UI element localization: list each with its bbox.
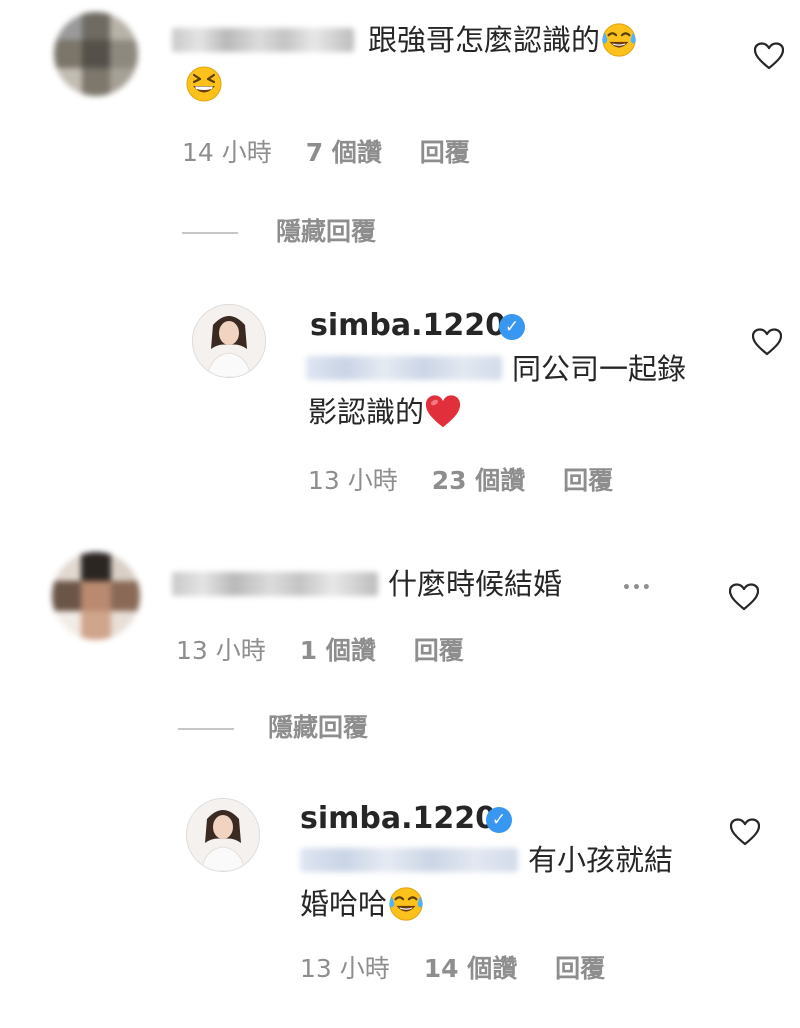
comment-text: 什麼時候結婚: [388, 567, 563, 601]
reply-text-line2: 婚哈哈: [300, 884, 425, 925]
heart-outline-icon[interactable]: [729, 583, 759, 611]
hide-replies-button[interactable]: 隱藏回覆: [268, 711, 368, 745]
comment-text: 跟強哥怎麼認識的: [368, 20, 638, 61]
comment-text-content: 跟強哥怎麼認識的: [368, 23, 601, 57]
comment-meta: 13 小時 1 個讚 回覆: [176, 634, 464, 668]
reply-time: 13 小時: [300, 954, 390, 983]
heart-outline-icon[interactable]: [752, 328, 782, 356]
reply-text-line2: 影認識的: [308, 392, 462, 433]
redacted-username: [172, 572, 378, 596]
commenter-avatar[interactable]: [52, 552, 140, 640]
face-with-tears-of-joy-emoji: [600, 21, 638, 59]
comment-meta: 14 小時 7 個讚 回覆: [182, 136, 470, 170]
comment-likes[interactable]: 1 個讚: [300, 634, 376, 668]
reply-username[interactable]: simba.1220: [310, 306, 506, 346]
profile-photo: [193, 305, 265, 377]
redacted-mention: [300, 848, 518, 872]
reply-likes[interactable]: 23 個讚: [432, 464, 526, 498]
heart-outline-icon[interactable]: [754, 42, 784, 70]
hide-replies-button[interactable]: 隱藏回覆: [276, 215, 376, 249]
reply-button[interactable]: 回覆: [563, 464, 613, 498]
reply-text-line1: 有小孩就結: [528, 843, 674, 877]
redacted-mention: [306, 356, 502, 380]
reply-button[interactable]: 回覆: [414, 634, 464, 668]
heart-outline-icon[interactable]: [730, 818, 760, 846]
red-heart-emoji: [424, 393, 462, 431]
redacted-username: [172, 28, 354, 52]
verified-badge-icon: ✓: [499, 314, 525, 340]
verified-badge-icon: ✓: [486, 807, 512, 833]
reply-button[interactable]: 回覆: [555, 952, 605, 986]
face-with-tears-of-joy-emoji: [387, 885, 425, 923]
reply-text-content: 影認識的: [308, 395, 425, 429]
comment-time: 14 小時: [182, 138, 272, 167]
grinning-squinting-face-emoji: [184, 64, 224, 104]
reply-button[interactable]: 回覆: [420, 136, 470, 170]
more-options-icon[interactable]: •••: [622, 580, 652, 596]
reply-meta: 13 小時 14 個讚 回覆: [300, 952, 605, 986]
comment-time: 13 小時: [176, 636, 266, 665]
comment-likes[interactable]: 7 個讚: [306, 136, 382, 170]
reply-text-line1: 同公司一起錄: [512, 352, 687, 386]
commenter-avatar[interactable]: [54, 12, 138, 96]
replies-divider: [182, 232, 238, 234]
reply-likes[interactable]: 14 個讚: [424, 952, 518, 986]
replies-divider: [178, 728, 234, 730]
reply-text-content: 婚哈哈: [300, 887, 388, 921]
reply-avatar[interactable]: [192, 304, 266, 378]
reply-username[interactable]: simba.1220: [300, 799, 496, 839]
reply-meta: 13 小時 23 個讚 回覆: [308, 464, 613, 498]
reply-time: 13 小時: [308, 466, 398, 495]
reply-avatar[interactable]: [186, 798, 260, 872]
profile-photo: [187, 799, 259, 871]
